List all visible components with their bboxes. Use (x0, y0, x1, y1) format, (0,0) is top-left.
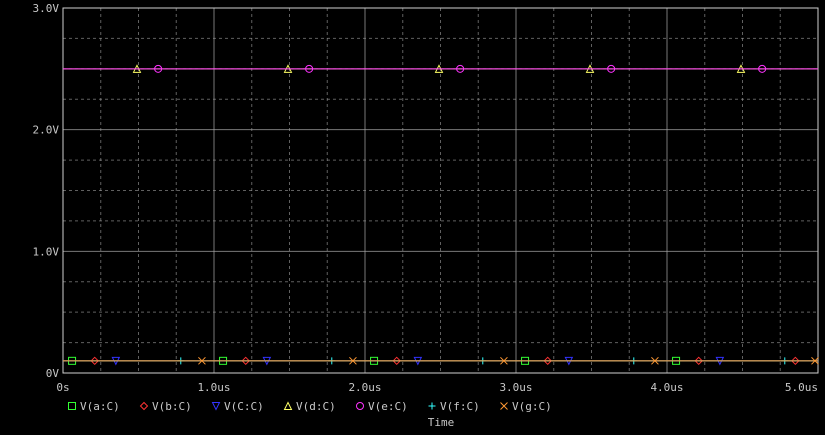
y-tick-label: 2.0V (33, 124, 60, 137)
legend-label: V(d:C) (296, 400, 336, 413)
x-tick-label: 5.0us (785, 381, 818, 394)
legend-label: V(e:C) (368, 400, 408, 413)
x-tick-label: 2.0us (348, 381, 381, 394)
x-tick-label: 4.0us (650, 381, 683, 394)
y-tick-label: 3.0V (33, 2, 60, 15)
y-tick-label: 0V (46, 367, 60, 380)
legend-label: V(b:C) (152, 400, 192, 413)
legend-label: V(f:C) (440, 400, 480, 413)
legend-label: V(g:C) (512, 400, 552, 413)
legend-label: V(C:C) (224, 400, 264, 413)
y-tick-label: 1.0V (33, 245, 60, 258)
legend-label: V(a:C) (80, 400, 120, 413)
x-tick-label: 3.0us (499, 381, 532, 394)
x-tick-label: 1.0us (197, 381, 230, 394)
chart-background (0, 0, 825, 431)
x-axis-label: Time (428, 416, 455, 429)
probe-plot-window: 0V 1.0V 2.0V 3.0V 0s 1.0us 2.0us 3.0us 4.0us 5.0… (0, 0, 825, 431)
voltage-vs-time-chart: 0V 1.0V 2.0V 3.0V 0s 1.0us 2.0us 3.0us 4.0us 5.0… (0, 0, 825, 431)
x-tick-label: 0s (56, 381, 69, 394)
